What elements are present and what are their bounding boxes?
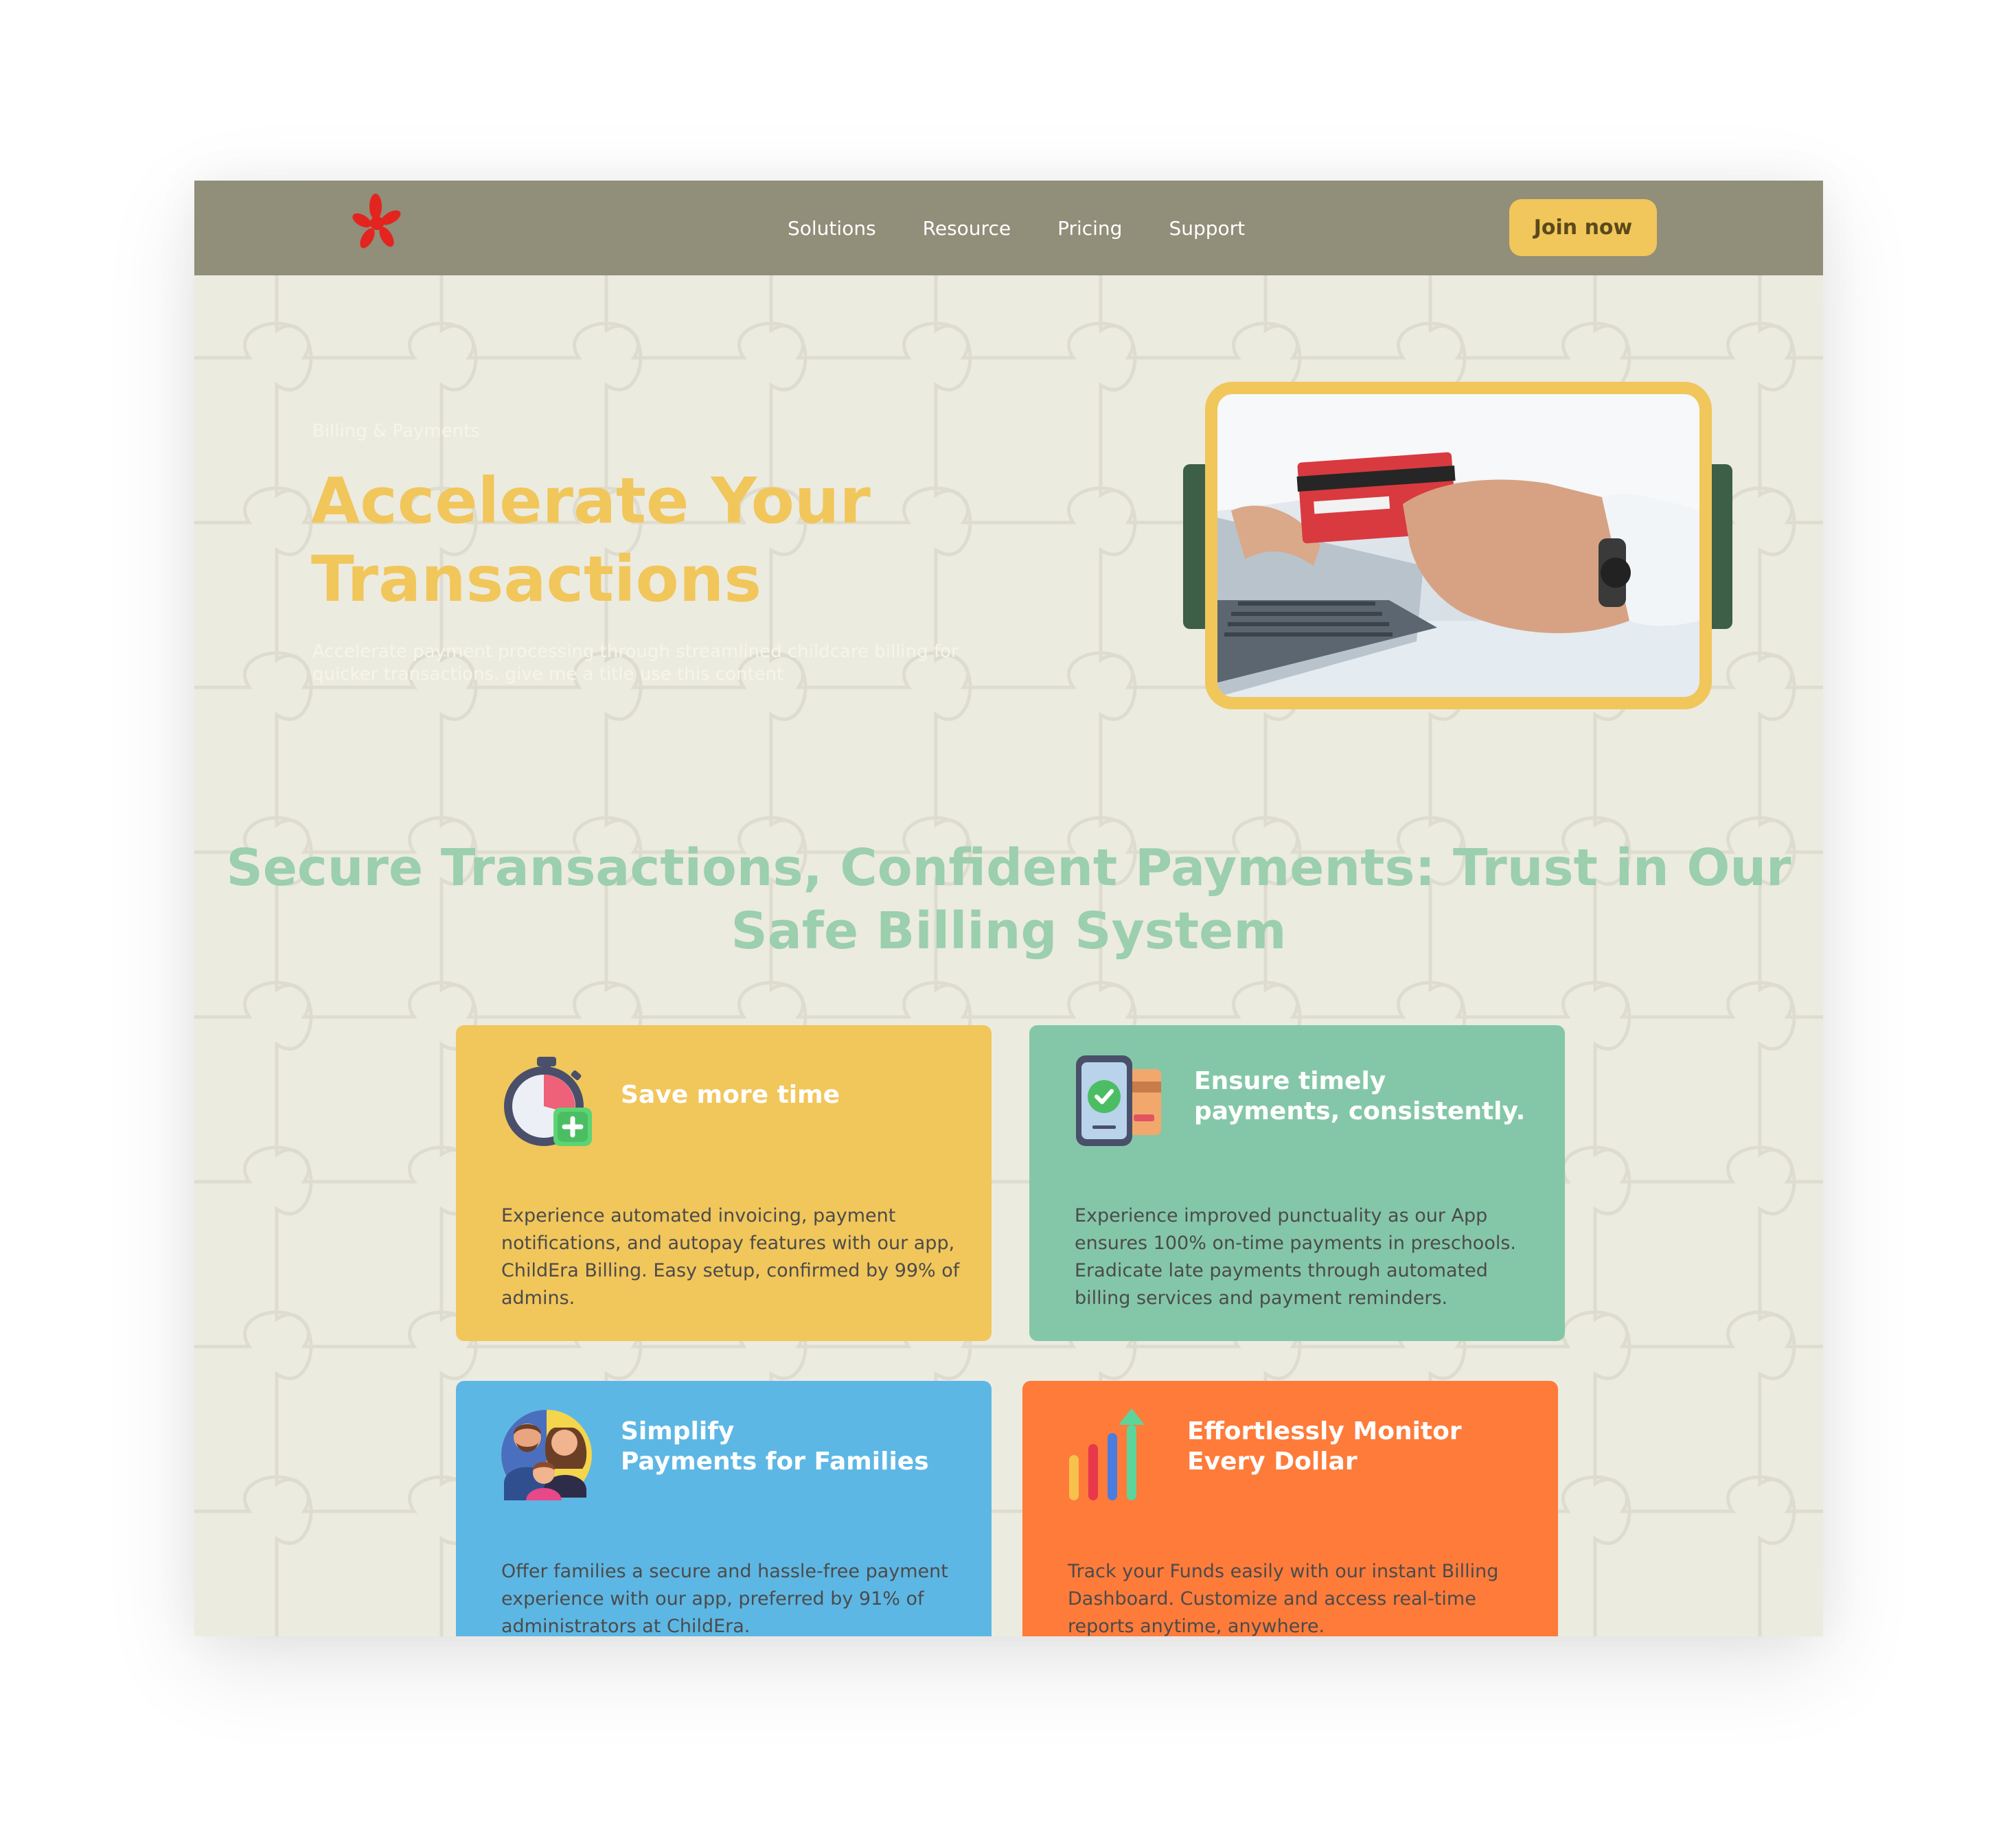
card-title: Simplify Payments for Families [621,1417,929,1476]
logo-flower-icon[interactable] [352,193,403,251]
stopwatch-icon [504,1057,592,1146]
card-body: Experience improved punctuality as our A… [1075,1205,1516,1309]
phone-payment-icon [1076,1055,1161,1146]
nav-links: Solutions Resource Pricing Support [788,181,1292,275]
hero-eyebrow: Billing & Payments [312,421,480,442]
join-now-button[interactable]: Join now [1509,199,1657,256]
card-body: Track your Funds easily with our instant… [1068,1561,1499,1636]
page-frame: Solutions Resource Pricing Support Join … [194,181,1823,1636]
section-title: Secure Transactions, Confident Payments:… [226,838,1791,961]
card-body: Offer families a secure and hassle-free … [501,1561,948,1636]
feature-card-save-time: Save more time Experience automated invo… [456,1025,992,1341]
card-body: Experience automated invoicing, payment … [501,1205,960,1309]
nav-resource-link[interactable]: Resource [923,217,1011,240]
card-title: Save more time [621,1081,840,1109]
credit-card-photo [1217,394,1699,697]
feature-card-families: Simplify Payments for Families Offer fam… [456,1381,992,1636]
feature-card-timely-payments: Ensure timely payments, consistently. Ex… [1029,1025,1565,1341]
nav-pricing-link[interactable]: Pricing [1057,217,1122,240]
growth-chart-icon [1069,1408,1145,1500]
hero-description: Accelerate payment processing through st… [312,641,959,685]
card-title: Ensure timely payments, consistently. [1194,1067,1526,1125]
nav-support-link[interactable]: Support [1169,217,1245,240]
feature-card-monitor-dollars: Effortlessly Monitor Every Dollar Track … [1022,1381,1558,1636]
hero-photo-frame [1205,382,1712,709]
card-title: Effortlessly Monitor Every Dollar [1187,1417,1462,1476]
nav-solutions-link[interactable]: Solutions [788,217,876,240]
family-icon [501,1410,592,1500]
top-nav: Solutions Resource Pricing Support Join … [194,181,1823,275]
hero-title: Accelerate Your Transactions [311,464,871,616]
